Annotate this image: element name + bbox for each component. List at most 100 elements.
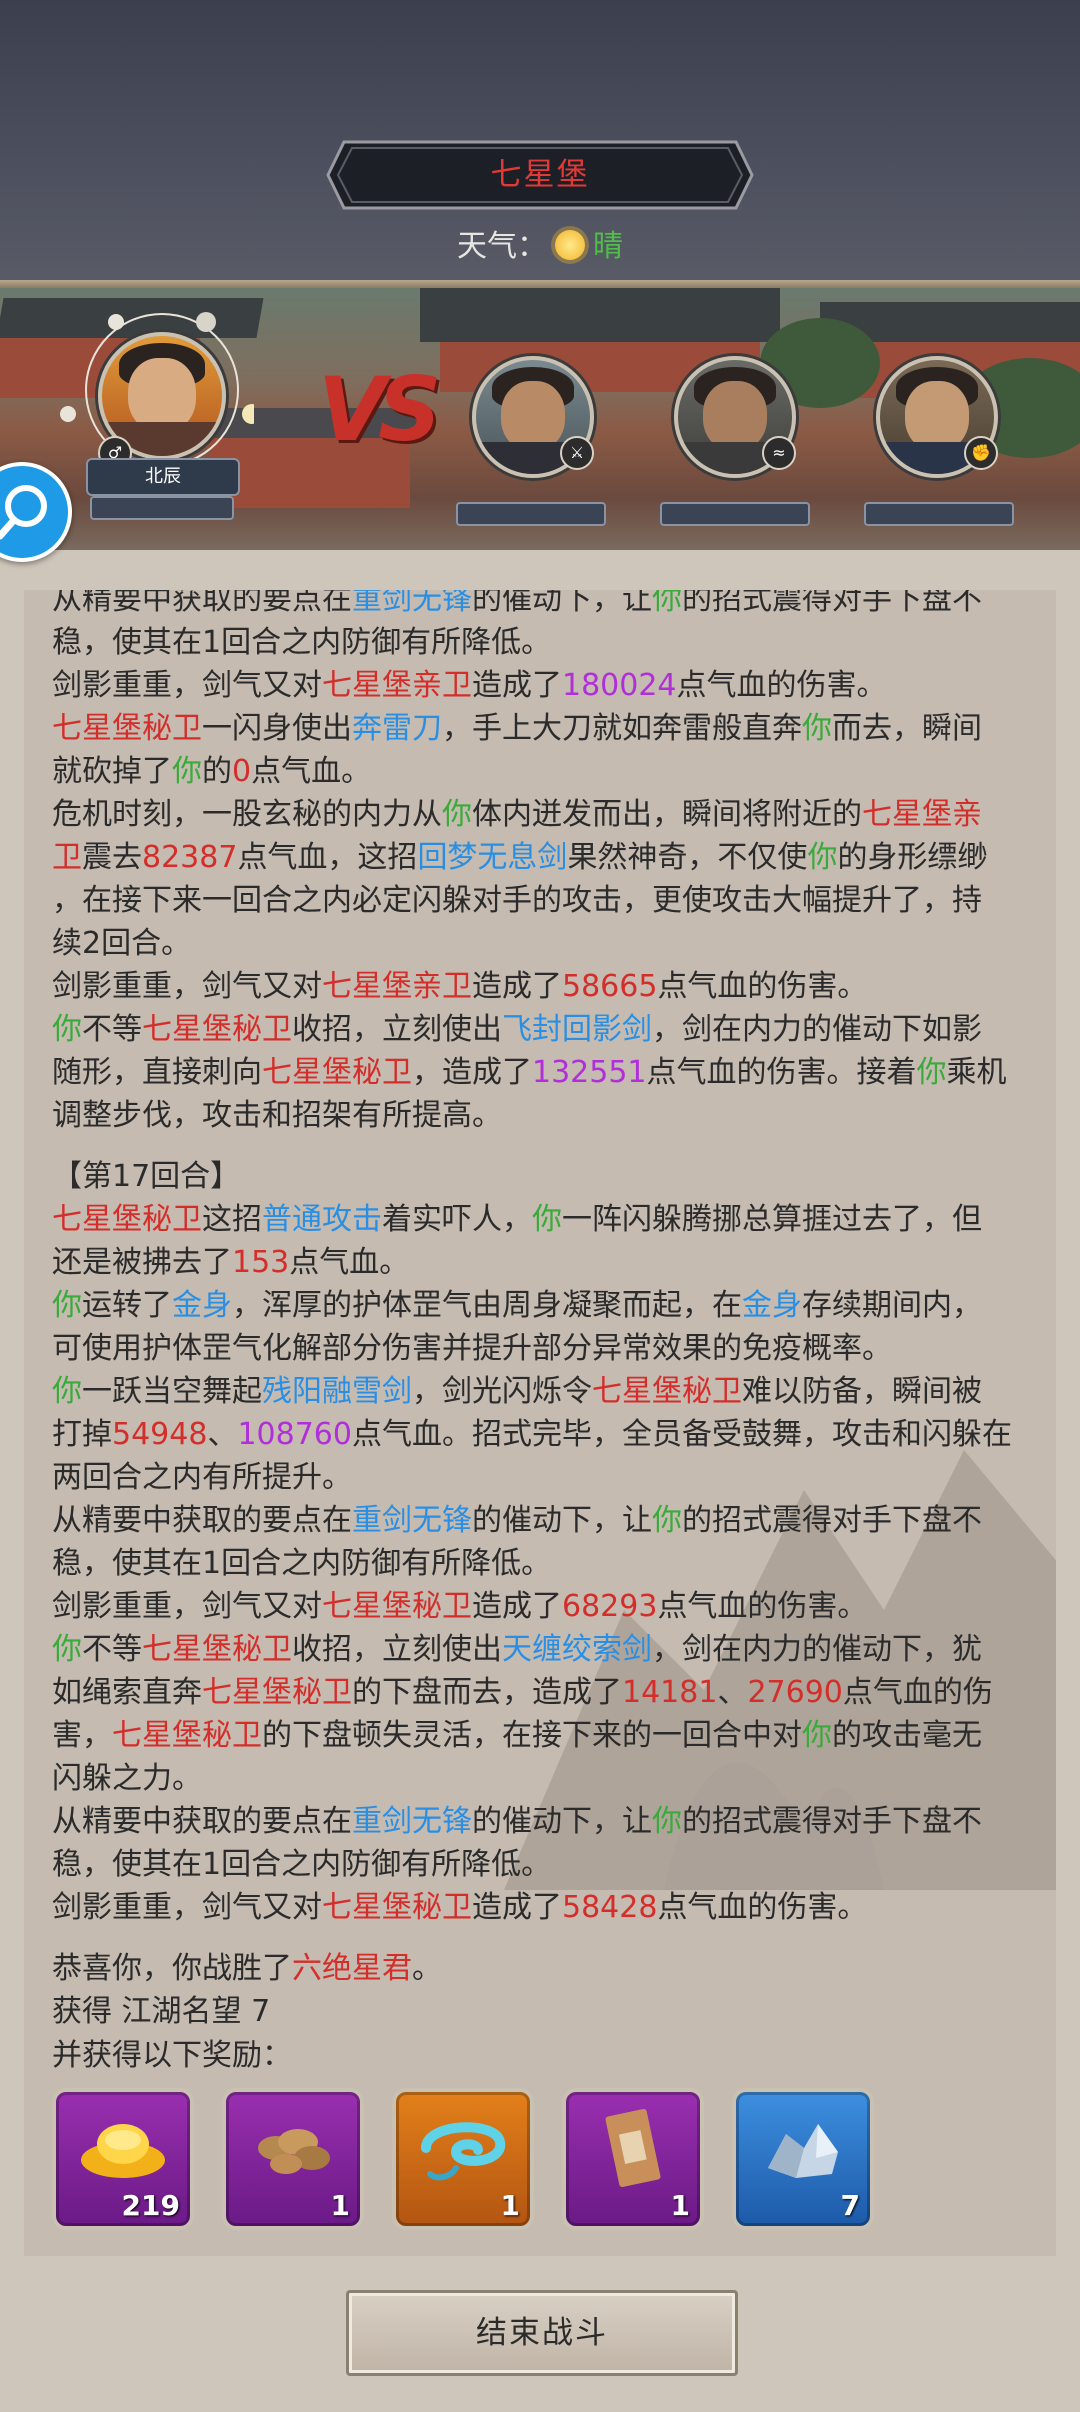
log-segment: 可使用护体罡气化解部分伤害并提升部分异常效果的免疫概率。 xyxy=(52,1331,892,1366)
log-segment: 一跃当空舞起 xyxy=(82,1374,262,1409)
header-divider xyxy=(0,280,1080,288)
log-segment: 点气血。 xyxy=(289,1245,410,1280)
weather-label: 天气： xyxy=(457,229,547,264)
blue-whirlwind-icon xyxy=(421,2122,506,2181)
log-segment: 【第17回合】 xyxy=(52,1159,241,1194)
log-segment: 的招式震得对手下盘不 xyxy=(682,1804,982,1839)
location-title: 七星堡 xyxy=(490,157,590,193)
roof xyxy=(420,288,780,342)
log-segment: 闪躲之力。 xyxy=(52,1761,202,1796)
log-segment: 点气血。招式完毕，全员备受鼓舞，攻击和闪躲在 xyxy=(351,1417,1012,1452)
log-segment: 的招式震得对手下盘不 xyxy=(682,590,982,617)
log-segment: 你 xyxy=(52,1632,82,1667)
herb-root-icon xyxy=(258,2129,330,2174)
log-line: 七星堡秘卫这招普通攻击着实吓人，你一阵闪躲腾挪总算捱过去了，但 xyxy=(52,1198,1032,1241)
log-spacer xyxy=(52,1137,1032,1155)
player-hp-bar xyxy=(90,496,234,520)
search-button[interactable] xyxy=(0,462,72,562)
log-segment: 153 xyxy=(232,1245,290,1280)
log-segment: 稳，使其在1回合之内防御有所降低。 xyxy=(52,1546,552,1581)
log-line: 从精要中获取的要点在重剑无锋的催动下，让你的招式震得对手下盘不 xyxy=(52,1499,1032,1542)
log-segment: 天缠绞索剑 xyxy=(502,1632,652,1667)
log-segment: 的下盘而去，造成了 xyxy=(352,1675,622,1710)
log-segment: 着实吓人， xyxy=(382,1202,532,1237)
log-segment: 你 xyxy=(52,1012,82,1047)
rewards-section: 获得 江湖名望 7 并获得以下奖励： 219 1 1 1 7 xyxy=(52,1990,1032,2238)
log-segment: 七星堡秘卫 xyxy=(322,1890,472,1925)
log-segment: 七星堡秘卫 xyxy=(52,711,202,746)
battle-log-panel[interactable]: 从精要中获取的要点在重剑无锋的催动下，让你的招式震得对手下盘不 稳，使其在1回合之… xyxy=(24,590,1056,2256)
secret-letter-icon xyxy=(605,2108,661,2188)
reward-item[interactable]: 1 xyxy=(562,2088,704,2230)
log-segment: 你 xyxy=(652,1503,682,1538)
log-line: 两回合之内有所提升。 xyxy=(52,1456,1032,1499)
log-segment: 存续期间内， xyxy=(802,1288,982,1323)
log-segment: 七星堡秘卫 xyxy=(322,1589,472,1624)
log-segment: 害， xyxy=(52,1718,112,1753)
log-segment: 七星堡亲卫 xyxy=(322,969,472,1004)
log-segment: ，剑在内力的催动下，犹 xyxy=(652,1632,982,1667)
reward-item[interactable]: 219 xyxy=(52,2088,194,2230)
log-segment: 你 xyxy=(652,1804,682,1839)
log-segment: 六绝星君 xyxy=(292,1951,412,1986)
log-segment: 180024 xyxy=(562,668,677,703)
player-name-plate: 北辰 xyxy=(86,458,240,496)
log-segment: 奔雷刀 xyxy=(352,711,442,746)
log-line: 稳，使其在1回合之内防御有所降低。 xyxy=(52,1542,1032,1585)
end-battle-button[interactable]: 结束战斗 xyxy=(346,2290,738,2376)
gold-ingot-icon xyxy=(81,2124,165,2178)
log-segment: 金身 xyxy=(742,1288,802,1323)
log-segment: 七星堡秘卫 xyxy=(592,1374,742,1409)
log-segment: 七星堡秘卫 xyxy=(142,1012,292,1047)
reward-item[interactable]: 1 xyxy=(222,2088,364,2230)
log-line: 害，七星堡秘卫的下盘顿失灵活，在接下来的一回合中对你的攻击毫无 xyxy=(52,1714,1032,1757)
top-header: 七星堡 天气： 晴 xyxy=(0,0,1080,284)
log-segment: 点气血。 xyxy=(251,754,372,789)
log-segment: 你 xyxy=(802,1718,832,1753)
log-segment: 点气血的伤害。 xyxy=(657,1589,868,1624)
log-line: 剑影重重，剑气又对七星堡秘卫造成了68293点气血的伤害。 xyxy=(52,1585,1032,1628)
log-segment: 82387 xyxy=(142,840,238,875)
log-segment: ，剑在内力的催动下如影 xyxy=(652,1012,982,1047)
log-segment: 七星堡秘卫 xyxy=(142,1632,292,1667)
crystal-ore-icon xyxy=(768,2124,838,2178)
log-line: 你不等七星堡秘卫收招，立刻使出飞封回影剑，剑在内力的催动下如影 xyxy=(52,1008,1032,1051)
reward-item[interactable]: 7 xyxy=(732,2088,874,2230)
log-segment: 两回合之内有所提升。 xyxy=(52,1460,352,1495)
log-line: 还是被拂去了153点气血。 xyxy=(52,1241,1032,1284)
weather-info: 天气： 晴 xyxy=(0,222,1080,272)
log-segment: 的招式震得对手下盘不 xyxy=(682,1503,982,1538)
log-segment: 剑影重重，剑气又对 xyxy=(52,969,322,1004)
log-segment: 从精要中获取的要点在 xyxy=(52,1503,352,1538)
log-segment: 不等 xyxy=(82,1632,142,1667)
log-segment: 造成了 xyxy=(472,969,562,1004)
log-segment: 果然神奇，不仅使 xyxy=(567,840,808,875)
log-segment: 点气血的伤 xyxy=(842,1675,993,1710)
log-segment: 造成了 xyxy=(472,668,562,703)
log-segment: 132551 xyxy=(532,1055,647,1090)
log-segment: 剑影重重，剑气又对 xyxy=(52,1589,322,1624)
log-segment: 的下盘顿失灵活，在接下来的一回合中对 xyxy=(262,1718,802,1753)
log-segment: 、 xyxy=(717,1675,748,1710)
log-segment: 七星堡秘卫 xyxy=(52,1202,202,1237)
log-segment: 你 xyxy=(916,1055,947,1090)
log-line: 随形，直接刺向七星堡秘卫，造成了132551点气血的伤害。接着你乘机 xyxy=(52,1051,1032,1094)
log-segment: 飞封回影剑 xyxy=(502,1012,652,1047)
log-segment: 的催动下，让 xyxy=(472,1804,652,1839)
log-segment: 一闪身使出 xyxy=(202,711,352,746)
log-segment: 七星堡亲 xyxy=(862,797,982,832)
log-segment: 剑影重重，剑气又对 xyxy=(52,668,322,703)
log-line: 稳，使其在1回合之内防御有所降低。 xyxy=(52,1843,1032,1886)
log-segment: 收招，立刻使出 xyxy=(292,1632,502,1667)
log-segment: 你 xyxy=(52,1374,82,1409)
log-line: 闪躲之力。 xyxy=(52,1757,1032,1800)
log-segment: 稳，使其在1回合之内防御有所降低。 xyxy=(52,1847,552,1882)
player-name: 北辰 xyxy=(145,466,181,487)
reward-item[interactable]: 1 xyxy=(392,2088,534,2230)
log-segment: 重剑无锋 xyxy=(352,1503,472,1538)
log-segment: ，在接下来一回合之内必定闪躲对手的攻击，更使攻击大幅提升了，持 xyxy=(52,883,982,918)
log-segment: ，浑厚的护体罡气由周身凝聚而起，在 xyxy=(232,1288,742,1323)
log-segment: 你 xyxy=(532,1202,562,1237)
log-segment: 你 xyxy=(52,1288,82,1323)
sword-icon: ⚔ xyxy=(560,436,594,470)
